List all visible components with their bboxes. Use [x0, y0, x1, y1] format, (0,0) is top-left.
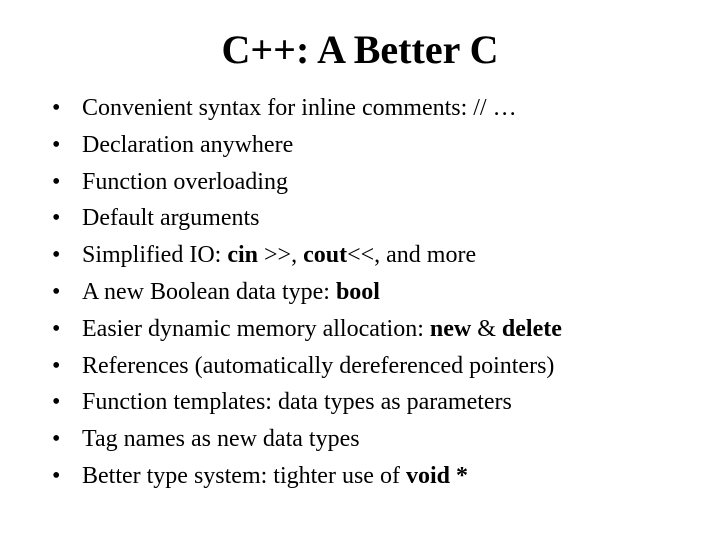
slide-title: C++: A Better C — [40, 26, 680, 73]
list-item: Convenient syntax for inline comments: /… — [46, 91, 680, 126]
list-item: Simplified IO: cin >>, cout<<, and more — [46, 238, 680, 273]
list-item: Default arguments — [46, 201, 680, 236]
text-segment: cin — [227, 242, 258, 268]
text-segment: Function templates: data types as parame… — [82, 389, 512, 415]
slide: C++: A Better C Convenient syntax for in… — [0, 0, 720, 540]
bullet-list: Convenient syntax for inline comments: /… — [40, 91, 680, 494]
text-segment: <<, and more — [347, 242, 476, 268]
text-segment: Function overloading — [82, 169, 288, 195]
list-item: Easier dynamic memory allocation: new & … — [46, 312, 680, 347]
text-segment: cout — [303, 242, 347, 268]
text-segment: new — [430, 316, 471, 342]
text-segment: References (automatically dereferenced p… — [82, 353, 554, 379]
text-segment: >>, — [258, 242, 303, 268]
text-segment: & — [471, 316, 502, 342]
text-segment: void * — [406, 463, 468, 489]
list-item: Function overloading — [46, 165, 680, 200]
text-segment: delete — [502, 316, 562, 342]
text-segment: Simplified IO: — [82, 242, 227, 268]
list-item: A new Boolean data type: bool — [46, 275, 680, 310]
text-segment: A new Boolean data type: — [82, 279, 336, 305]
text-segment: Convenient syntax for inline comments: /… — [82, 95, 517, 121]
text-segment: Easier dynamic memory allocation: — [82, 316, 430, 342]
list-item: Better type system: tighter use of void … — [46, 459, 680, 494]
list-item: Declaration anywhere — [46, 128, 680, 163]
list-item: References (automatically dereferenced p… — [46, 349, 680, 384]
text-segment: Default arguments — [82, 205, 260, 231]
list-item: Function templates: data types as parame… — [46, 385, 680, 420]
text-segment: Better type system: tighter use of — [82, 463, 406, 489]
text-segment: Tag names as new data types — [82, 426, 360, 452]
text-segment: bool — [336, 279, 380, 305]
list-item: Tag names as new data types — [46, 422, 680, 457]
text-segment: Declaration anywhere — [82, 132, 293, 158]
